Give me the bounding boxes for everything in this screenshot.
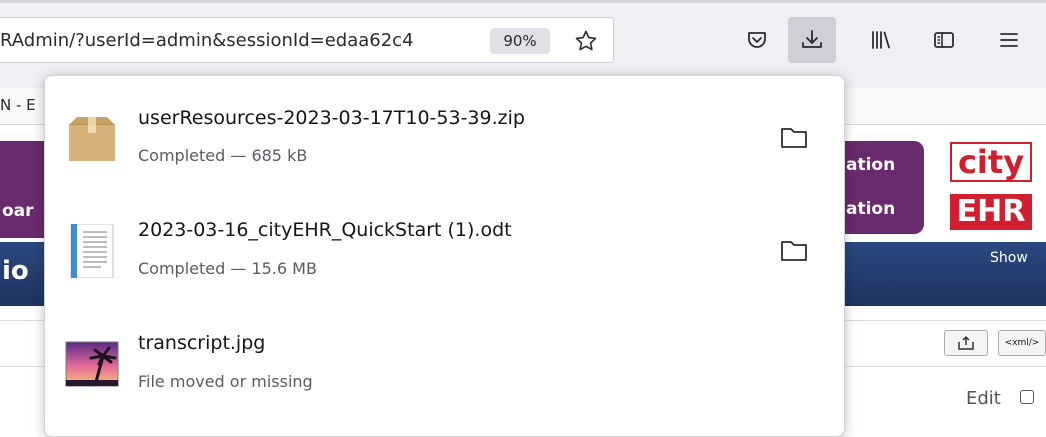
logo-ehr-text: EHR (950, 194, 1032, 230)
folder-icon[interactable] (780, 238, 808, 262)
download-status: File moved or missing (138, 372, 313, 391)
download-filename[interactable]: userResources-2023-03-17T10-53-39.zip (138, 107, 525, 129)
sidebar-icon (934, 32, 954, 48)
pocket-button[interactable] (733, 17, 781, 63)
header-left-text: oar (2, 201, 34, 221)
pocket-icon (748, 32, 766, 48)
zoom-level-button[interactable]: 90% (490, 28, 550, 54)
show-link[interactable]: Show (990, 250, 1028, 266)
folder-icon[interactable] (780, 125, 808, 149)
header-right-panel: ation ation (838, 141, 924, 234)
edit-label: Edit (966, 388, 1001, 409)
download-item[interactable]: 2023-03-16_cityEHR_QuickStart (1).odt Co… (45, 189, 844, 299)
export-button[interactable] (944, 330, 988, 356)
bookmark-star-icon[interactable] (574, 29, 598, 53)
download-arrow-icon (802, 30, 822, 48)
image-icon (65, 341, 119, 387)
share-icon (958, 335, 974, 350)
archive-icon (69, 117, 115, 161)
document-icon (70, 224, 114, 278)
xml-button[interactable]: <xml/> (998, 330, 1046, 356)
edit-checkbox[interactable] (1020, 390, 1034, 404)
download-item[interactable]: userResources-2023-03-17T10-53-39.zip Co… (45, 76, 844, 186)
logo-city-text: city (950, 142, 1032, 182)
library-icon (872, 31, 890, 49)
bookmark-item-partial[interactable]: N - E (0, 96, 36, 114)
hamburger-menu-icon (1000, 33, 1018, 47)
url-text[interactable]: RAdmin/?userId=admin&sessionId=edaa62c4 (0, 30, 480, 51)
download-filename[interactable]: 2023-03-16_cityEHR_QuickStart (1).odt (138, 219, 512, 241)
download-status: Completed — 15.6 MB (138, 259, 317, 278)
header-right-line-1[interactable]: ation (846, 155, 895, 175)
header-right-line-2[interactable]: ation (846, 199, 895, 219)
url-bar[interactable]: RAdmin/?userId=admin&sessionId=edaa62c4 … (0, 17, 614, 63)
title-partial-text: io (2, 256, 29, 286)
cityehr-logo: city EHR (948, 142, 1034, 232)
library-button[interactable] (857, 17, 905, 63)
sidebar-button[interactable] (920, 17, 968, 63)
downloads-button[interactable] (788, 17, 836, 63)
download-status: Completed — 685 kB (138, 146, 308, 165)
download-item[interactable]: transcript.jpg File moved or missing (45, 302, 844, 412)
menu-button[interactable] (985, 17, 1033, 63)
downloads-panel: userResources-2023-03-17T10-53-39.zip Co… (44, 75, 845, 437)
download-filename[interactable]: transcript.jpg (138, 332, 265, 354)
